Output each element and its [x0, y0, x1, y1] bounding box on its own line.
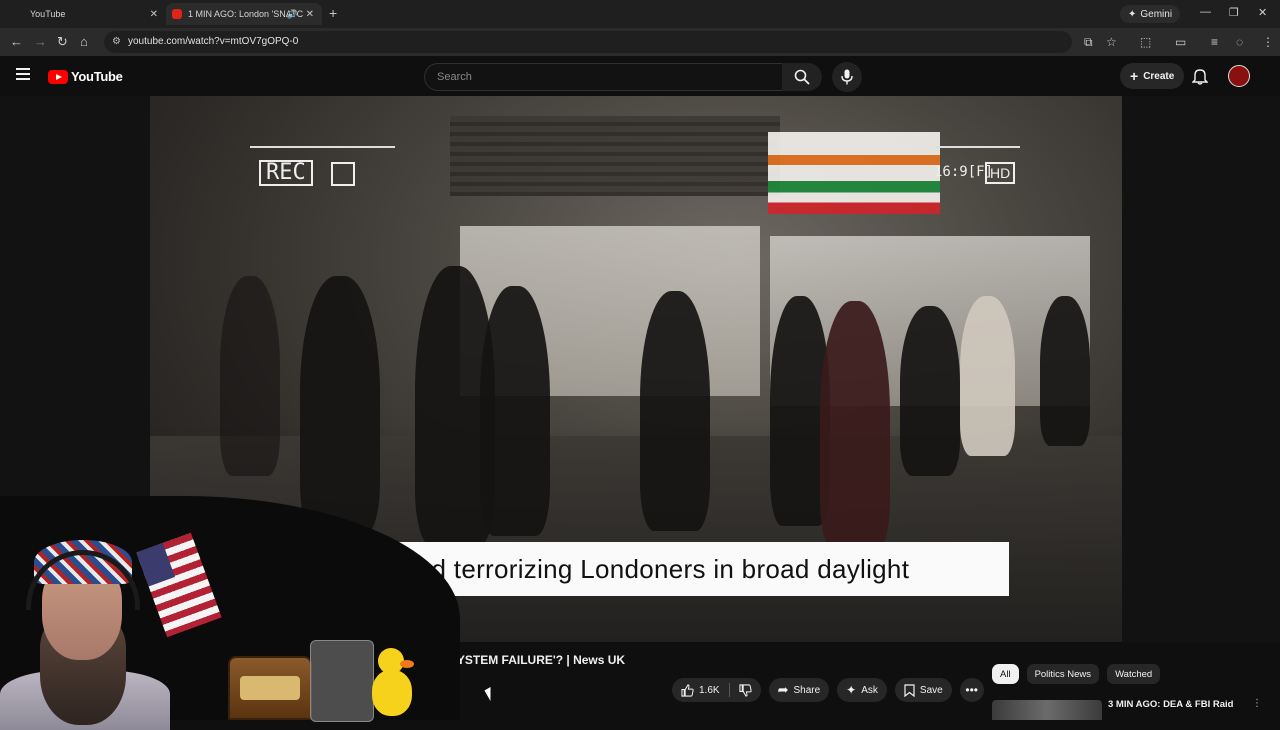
youtube-header: YouTube + Create	[0, 56, 1280, 96]
share-arrow-icon: ➦	[777, 682, 789, 697]
close-tab-icon[interactable]: ✕	[306, 9, 314, 20]
url-text: youtube.com/watch?v=mtOV7gOPQ-0	[128, 36, 299, 47]
menu-icon[interactable]: ⋮	[1262, 35, 1274, 49]
gemini-button[interactable]: ✦ Gemini	[1120, 5, 1181, 23]
person-figure	[640, 291, 710, 531]
home-icon[interactable]: ⌂	[80, 34, 88, 49]
close-tab-icon[interactable]: ✕	[150, 9, 158, 20]
chip-politics-news[interactable]: Politics News	[1026, 664, 1100, 684]
profile-icon[interactable]: ◌	[1236, 35, 1243, 49]
youtube-play-icon	[48, 69, 68, 84]
youtube-favicon-icon	[172, 9, 182, 19]
person-figure	[480, 286, 550, 536]
person-figure	[300, 276, 380, 536]
tab-youtube[interactable]: YouTube ✕	[18, 3, 166, 25]
recommended-title[interactable]: 3 MIN AGO: DEA & FBI Raid	[1108, 699, 1233, 710]
like-count: 1.6K	[699, 684, 720, 696]
radio-dial	[240, 676, 300, 700]
bookmark-icon	[904, 683, 915, 697]
close-window-icon[interactable]: ✕	[1258, 6, 1267, 19]
create-label: Create	[1143, 70, 1175, 82]
share-label: Share	[793, 684, 821, 696]
share-button[interactable]: ➦ Share	[768, 678, 830, 702]
chip-watched[interactable]: Watched	[1107, 664, 1161, 684]
person-figure	[220, 276, 280, 476]
more-vertical-icon[interactable]: ⋮	[1252, 698, 1262, 709]
dislike-button[interactable]	[730, 678, 761, 702]
save-button[interactable]: Save	[894, 678, 952, 702]
related-filter-chips: All Politics News Watched	[992, 664, 1161, 684]
like-button[interactable]: 1.6K	[672, 678, 729, 702]
sparkle-icon: ✦	[846, 683, 857, 697]
save-label: Save	[919, 684, 943, 696]
duck-beak	[400, 660, 414, 668]
gemini-label: Gemini	[1140, 8, 1173, 20]
install-app-icon[interactable]: ⧉	[1084, 35, 1093, 50]
speaker-icon[interactable]: 🔊	[287, 9, 298, 20]
person-figure	[960, 296, 1015, 456]
restore-icon[interactable]: ❐	[1229, 6, 1239, 19]
site-info-icon[interactable]: ⚙	[112, 36, 121, 47]
ask-label: Ask	[861, 684, 878, 696]
create-button[interactable]: + Create	[1120, 63, 1185, 89]
minimize-icon[interactable]: —	[1200, 6, 1211, 18]
account-avatar[interactable]	[1228, 65, 1250, 87]
voice-search-button[interactable]	[832, 62, 862, 92]
tab-video[interactable]: 1 MIN AGO: London 'SNATC 🔊 ✕	[166, 3, 322, 25]
playlist-icon[interactable]: ≡	[1211, 35, 1218, 49]
sparkle-icon: ✦	[1128, 8, 1137, 20]
burned-in-caption: and terrorizing Londoners in broad dayli…	[402, 554, 910, 584]
hud-hd-badge: HD	[985, 162, 1016, 184]
store-sign	[768, 132, 940, 214]
notifications-bell-icon[interactable]	[1192, 68, 1208, 85]
search-button[interactable]	[782, 63, 822, 91]
bookmark-star-icon[interactable]: ☆	[1106, 35, 1117, 49]
cast-icon[interactable]: ▭	[1175, 35, 1186, 49]
more-horizontal-icon: •••	[965, 683, 978, 697]
youtube-logo[interactable]: YouTube	[48, 69, 123, 84]
forward-icon[interactable]: →	[34, 34, 47, 49]
thumbs-up-icon	[681, 683, 694, 697]
search-box	[424, 63, 784, 91]
hud-line	[935, 146, 1020, 148]
shop-shutters	[450, 116, 780, 196]
video-thumbnail[interactable]	[992, 700, 1102, 720]
video-actions: 1.6K ➦ Share ✦ Ask Save •••	[672, 678, 984, 702]
search-input[interactable]	[435, 70, 769, 84]
hud-rec-box	[331, 162, 355, 186]
vintage-radio-image	[228, 656, 312, 720]
like-dislike-group: 1.6K	[672, 678, 761, 702]
glass-jar-image	[310, 640, 374, 722]
hamburger-menu-icon[interactable]	[16, 68, 30, 83]
ask-button[interactable]: ✦ Ask	[837, 678, 887, 702]
address-bar-row: ← → ↻ ⌂ ⚙ youtube.com/watch?v=mtOV7gOPQ-…	[0, 28, 1280, 56]
hud-rec-label: REC	[259, 160, 313, 186]
reload-icon[interactable]: ↻	[57, 34, 68, 50]
mouse-cursor-icon	[484, 687, 497, 701]
youtube-wordmark: YouTube	[71, 69, 123, 84]
back-icon[interactable]: ←	[10, 34, 23, 49]
chip-all[interactable]: All	[992, 664, 1019, 684]
recommended-video[interactable]: 3 MIN AGO: DEA & FBI Raid ⋮	[992, 698, 1262, 720]
extensions-icon[interactable]: ⬚	[1140, 35, 1151, 49]
duck-body	[372, 670, 412, 716]
new-tab-icon[interactable]: +	[329, 5, 337, 21]
hud-line	[250, 146, 395, 148]
microphone-icon	[841, 69, 853, 85]
video-title: 'SYSTEM FAILURE'? | News UK	[446, 653, 626, 667]
person-figure	[900, 306, 960, 476]
browser-tab-bar: YouTube ✕ 1 MIN AGO: London 'SNATC 🔊 ✕ +…	[0, 0, 1280, 28]
more-actions-button[interactable]: •••	[959, 678, 984, 702]
search-icon	[794, 69, 810, 85]
rubber-duck-image	[372, 648, 414, 716]
plus-icon: +	[1130, 68, 1139, 84]
person-figure	[1040, 296, 1090, 446]
tab-label: YouTube	[30, 9, 66, 19]
url-field[interactable]: ⚙ youtube.com/watch?v=mtOV7gOPQ-0	[104, 31, 1072, 53]
person-figure	[820, 301, 890, 551]
thumbs-down-icon	[738, 683, 752, 697]
